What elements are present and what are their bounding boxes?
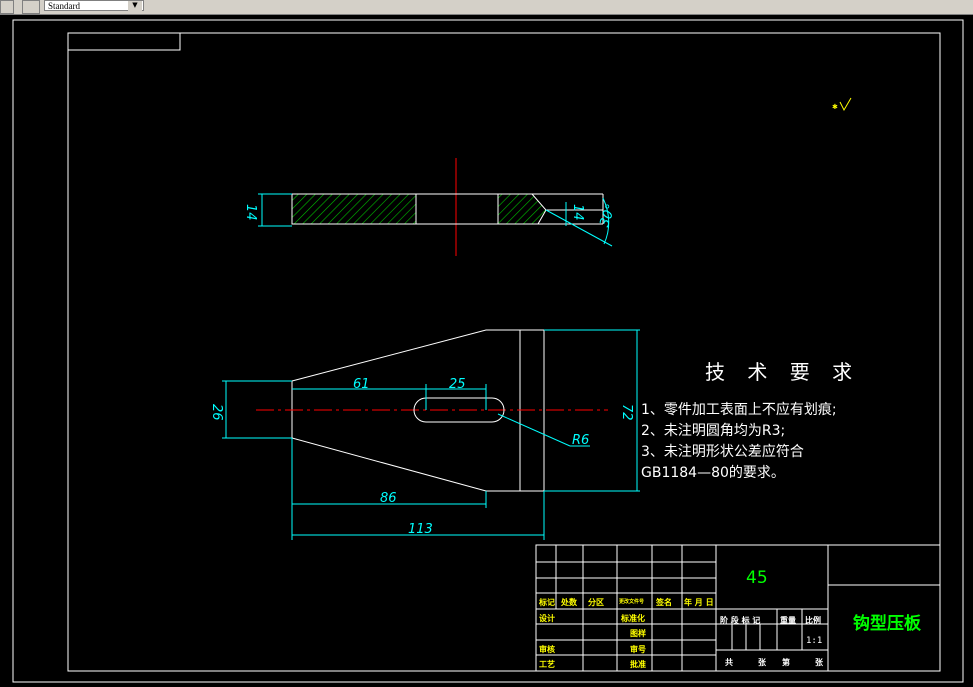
dim-r6: R6 (572, 433, 589, 448)
tb-pattern: 图样 (630, 629, 646, 638)
tb-standard: 标准化 (621, 614, 645, 623)
tb-ratio: 比例 (805, 616, 821, 625)
svg-text:✱: ✱ (832, 103, 838, 111)
tech-line-1: 1、零件加工表面上不应有划痕; (641, 402, 837, 418)
tech-line-2: 2、未注明圆角均为R3; (641, 423, 786, 439)
dim-25: 25 (449, 377, 466, 392)
drawing-frame (67, 32, 941, 672)
dim-angle-30: 30° (597, 202, 619, 229)
title-block (535, 544, 941, 672)
tb-doc-no: 更改文件号 (619, 599, 645, 605)
drawing-number-box (67, 32, 181, 51)
tech-line-4: GB1184—80的要求。 (641, 465, 785, 481)
tb-design: 设计 (539, 614, 555, 623)
dim-26: 26 (209, 404, 224, 421)
material-value: 45 (746, 568, 768, 588)
sheet-border (12, 19, 964, 683)
tb-date: 年 月 日 (684, 598, 714, 607)
tb-approve: 批准 (630, 660, 646, 669)
hatch-right (497, 193, 547, 225)
dim-61: 61 (353, 377, 370, 392)
tb-sheets: 张 (758, 658, 766, 667)
tb-count: 处数 (561, 598, 577, 607)
tb-total: 共 (725, 658, 733, 667)
dim-14-left: 14 (243, 204, 258, 221)
tech-line-3: 3、未注明形状公差应符合 (641, 444, 804, 460)
roughness-symbol: ✱ (832, 97, 852, 112)
tb-process: 工艺 (539, 660, 555, 669)
tb-check: 审核 (539, 645, 555, 654)
tb-record: 审号 (630, 645, 646, 654)
hatch-left (291, 193, 417, 225)
dim-86: 86 (380, 491, 397, 506)
part-name: 钩型压板 (853, 614, 921, 634)
dim-72: 72 (619, 404, 634, 421)
tb-weight: 重量 (780, 616, 796, 625)
dim-113: 113 (408, 522, 433, 537)
tech-requirements: 1、零件加工表面上不应有划痕; 2、未注明圆角均为R3; 3、未注明形状公差应符… (641, 400, 837, 484)
tb-marker: 标记 (539, 598, 555, 607)
tb-zone: 分区 (588, 598, 604, 607)
tb-nth: 第 (782, 658, 790, 667)
scale-value: 1:1 (806, 636, 823, 646)
tb-sign: 签名 (656, 598, 672, 607)
drawing-canvas[interactable]: ✱ 14 14 30° 61 25 26 72 86 113 R6 (0, 0, 973, 687)
dim-14-right: 14 (570, 204, 585, 221)
tb-sheet: 张 (815, 658, 823, 667)
tech-requirements-title: 技 术 要 求 (705, 360, 861, 384)
section-view (258, 158, 613, 256)
tb-stage: 阶 段 标 记 (720, 616, 761, 625)
